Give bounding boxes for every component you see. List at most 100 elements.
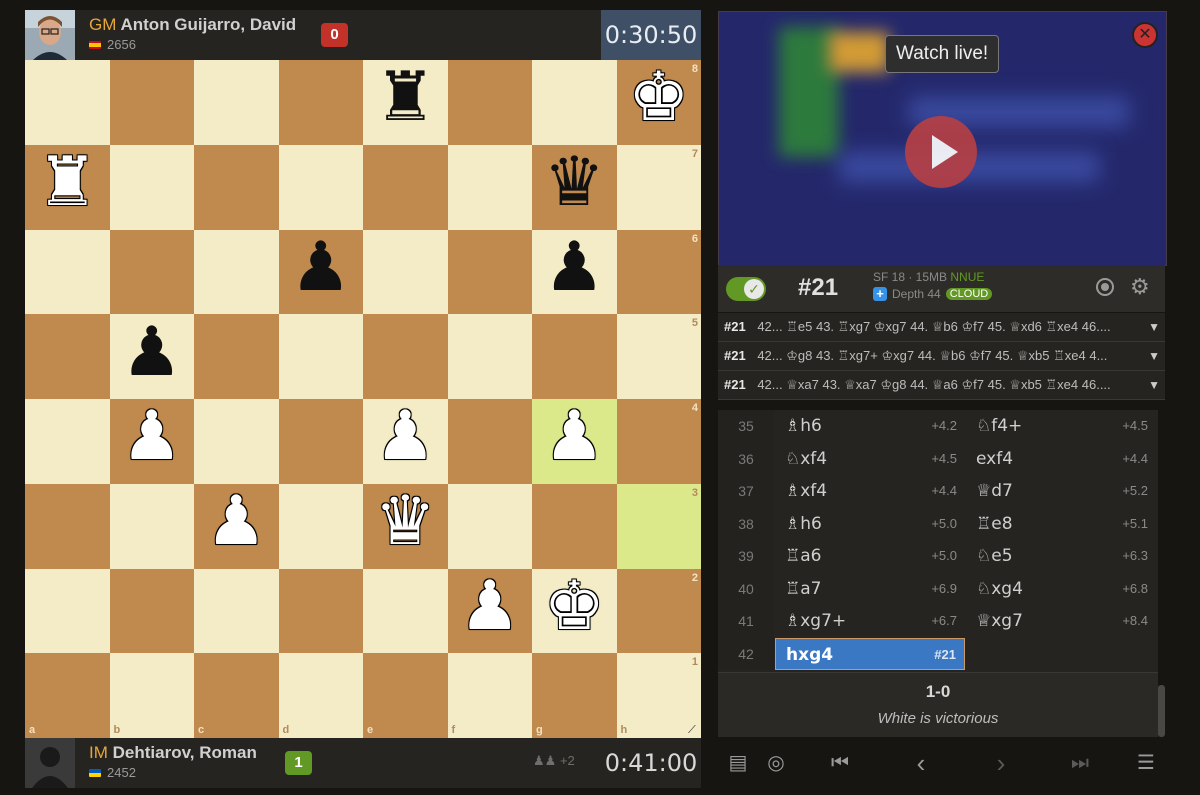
square-e6[interactable]	[363, 229, 448, 315]
white-pawn-icon[interactable]: ♟	[363, 395, 448, 480]
square-f2[interactable]: ♟	[447, 568, 532, 654]
bottom-player-name[interactable]: Dehtiarov, Roman	[113, 743, 257, 762]
square-c1[interactable]: c	[194, 653, 279, 738]
pv-moves[interactable]: 42... ♖e5 43. ♖xg7 ♔xg7 44. ♕b6 ♔f7 45. …	[757, 319, 1110, 334]
square-b5[interactable]: ♟	[109, 314, 194, 399]
watch-live-button[interactable]: Watch live!	[885, 35, 1000, 73]
white-pawn-icon[interactable]: ♟	[448, 565, 533, 650]
square-f5[interactable]	[447, 314, 532, 399]
square-a8[interactable]	[25, 60, 110, 145]
expand-arrow-icon[interactable]: ▼	[1146, 313, 1160, 341]
square-g5[interactable]	[532, 314, 617, 399]
white-pawn-icon[interactable]: ♟	[194, 480, 279, 565]
square-g1[interactable]: g	[532, 653, 617, 738]
bottom-player-name-line[interactable]: IM Dehtiarov, Roman	[89, 743, 257, 763]
square-h4[interactable]: 4	[616, 399, 701, 484]
square-f4[interactable]	[447, 399, 532, 484]
white-move[interactable]: ♗xg7+ +6.7	[775, 605, 965, 638]
square-a7[interactable]: ♜	[25, 144, 110, 230]
square-d3[interactable]	[278, 483, 363, 569]
resize-handle-icon[interactable]: ⟋	[688, 725, 698, 736]
book-icon[interactable]: ▤	[718, 738, 758, 788]
white-king-icon[interactable]: ♚	[617, 56, 702, 141]
black-move[interactable]: ♘xg4 +6.8	[966, 573, 1156, 606]
square-g6[interactable]: ♟	[532, 229, 617, 315]
square-a1[interactable]: a	[25, 653, 110, 738]
square-d8[interactable]	[278, 60, 363, 145]
square-e5[interactable]	[363, 314, 448, 399]
black-move[interactable]: ♖e8 +5.1	[966, 508, 1156, 541]
black-move[interactable]: exf4 +4.4	[966, 443, 1156, 476]
square-d6[interactable]: ♟	[278, 229, 363, 315]
square-g7[interactable]: ♛	[532, 144, 617, 230]
square-f3[interactable]	[447, 483, 532, 569]
square-b8[interactable]	[109, 60, 194, 145]
square-c5[interactable]	[194, 314, 279, 399]
square-c3[interactable]: ♟	[194, 483, 279, 569]
plus-icon[interactable]: +	[873, 287, 887, 301]
square-b4[interactable]: ♟	[109, 399, 194, 484]
square-a2[interactable]	[25, 568, 110, 654]
black-queen-icon[interactable]: ♛	[532, 141, 617, 226]
square-h5[interactable]: 5	[616, 314, 701, 399]
square-h2[interactable]: 2	[616, 568, 701, 654]
top-player-name[interactable]: Anton Guijarro, David	[120, 15, 296, 34]
engine-toggle[interactable]: ✓	[726, 277, 766, 301]
square-b2[interactable]	[109, 568, 194, 654]
square-e7[interactable]	[363, 144, 448, 230]
black-move[interactable]: ♘e5 +6.3	[966, 540, 1156, 573]
white-move[interactable]: ♗xf4 +4.4	[775, 475, 965, 508]
square-c6[interactable]	[194, 229, 279, 315]
pv-line[interactable]: #21 42... ♕xa7 43. ♕xa7 ♔g8 44. ♕a6 ♔f7 …	[718, 371, 1165, 400]
menu-icon[interactable]: ☰	[1126, 738, 1166, 788]
square-d4[interactable]	[278, 399, 363, 484]
square-h7[interactable]: 7	[616, 144, 701, 230]
play-icon[interactable]	[905, 116, 977, 188]
square-g8[interactable]	[532, 60, 617, 145]
square-b7[interactable]	[109, 144, 194, 230]
square-d5[interactable]	[278, 314, 363, 399]
black-rook-icon[interactable]: ♜	[363, 56, 448, 141]
move-list-scrollbar[interactable]	[1158, 685, 1165, 737]
top-player-name-line[interactable]: GM Anton Guijarro, David	[89, 15, 296, 35]
prev-icon[interactable]: ‹	[901, 738, 941, 788]
last-icon[interactable]: ⏭	[1060, 738, 1100, 788]
gear-icon[interactable]: ⚙	[1130, 274, 1150, 300]
pv-moves[interactable]: 42... ♔g8 43. ♖xg7+ ♔xg7 44. ♕b6 ♔f7 45.…	[757, 348, 1107, 363]
black-move[interactable]: ♘f4+ +4.5	[966, 410, 1156, 443]
square-h3[interactable]: 3	[616, 483, 701, 569]
square-c4[interactable]	[194, 399, 279, 484]
square-b3[interactable]	[109, 483, 194, 569]
square-g2[interactable]: ♚	[532, 568, 617, 654]
square-d2[interactable]	[278, 568, 363, 654]
square-e4[interactable]: ♟	[363, 399, 448, 484]
square-f6[interactable]	[447, 229, 532, 315]
square-f8[interactable]	[447, 60, 532, 145]
square-e2[interactable]	[363, 568, 448, 654]
first-icon[interactable]: ⏮	[820, 738, 860, 788]
square-c7[interactable]	[194, 144, 279, 230]
expand-arrow-icon[interactable]: ▼	[1146, 342, 1160, 370]
black-pawn-icon[interactable]: ♟	[110, 310, 195, 395]
white-move[interactable]: ♖a6 +5.0	[775, 540, 965, 573]
black-move[interactable]: ♕d7 +5.2	[966, 475, 1156, 508]
current-move[interactable]: hxg4 #21	[775, 637, 965, 670]
square-e1[interactable]: e	[363, 653, 448, 738]
square-c2[interactable]	[194, 568, 279, 654]
square-f7[interactable]	[447, 144, 532, 230]
square-g3[interactable]	[532, 483, 617, 569]
white-move[interactable]: ♗h6 +4.2	[775, 410, 965, 443]
pv-moves[interactable]: 42... ♕xa7 43. ♕xa7 ♔g8 44. ♕a6 ♔f7 45. …	[757, 377, 1110, 392]
square-h8[interactable]: 8 ♚	[616, 60, 701, 145]
square-e3[interactable]: ♛	[363, 483, 448, 569]
square-d1[interactable]: d	[278, 653, 363, 738]
move-list[interactable]: 35 ♗h6 +4.2 ♘f4+ +4.5 36 ♘xf4 +4.5 exf4 +4.4…	[718, 410, 1158, 672]
white-pawn-icon[interactable]: ♟	[532, 395, 617, 480]
target-icon[interactable]: ◎	[756, 738, 796, 788]
square-e8[interactable]: ♜	[363, 60, 448, 145]
close-video-button[interactable]: ✕	[1132, 22, 1158, 48]
white-queen-icon[interactable]: ♛	[363, 480, 448, 565]
square-f1[interactable]: f	[447, 653, 532, 738]
white-king-icon[interactable]: ♚	[532, 565, 617, 650]
spectators-indicator[interactable]: ♟♟ +2	[533, 753, 575, 769]
